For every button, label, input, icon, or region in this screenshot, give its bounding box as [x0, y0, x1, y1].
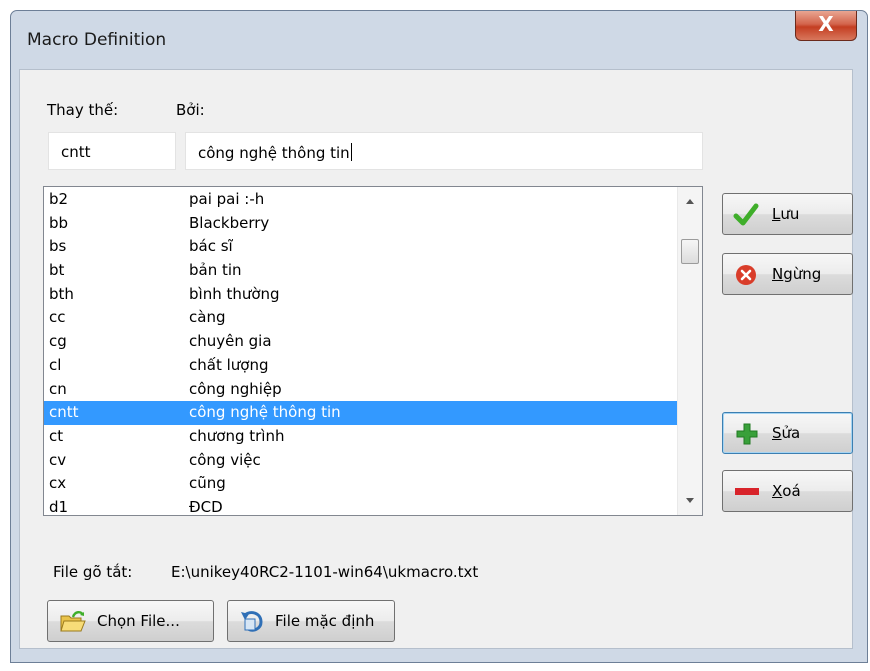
macro-key: bs	[49, 237, 67, 256]
dialog-client-area: Thay thế: Bởi: cntt công nghệ thông tin …	[19, 69, 853, 649]
by-input-value: công nghệ thông tin	[198, 144, 350, 162]
list-item[interactable]: cl chất lượng	[44, 354, 678, 378]
list-item[interactable]: cv công việc	[44, 449, 678, 473]
title-bar[interactable]: Macro Definition X	[11, 11, 867, 69]
delete-button[interactable]: Xoá	[722, 470, 853, 512]
macro-value: công nghiệp	[189, 379, 282, 398]
macro-value: càng	[189, 308, 226, 327]
scroll-up-icon[interactable]	[686, 199, 694, 204]
macro-key: d1	[49, 497, 69, 516]
list-item[interactable]: d1 ĐCD	[44, 496, 678, 516]
list-scrollbar[interactable]	[677, 187, 702, 515]
macro-key: cv	[49, 450, 67, 469]
minus-icon	[735, 488, 759, 495]
macro-value: bình thường	[189, 284, 280, 303]
macro-key: bb	[49, 213, 69, 232]
list-item[interactable]: bs bác sĩ	[44, 235, 678, 259]
text-caret	[350, 143, 352, 161]
default-file-button[interactable]: File mặc định	[227, 600, 395, 642]
save-button-label: Lưu	[772, 205, 800, 223]
macro-value: cũng	[189, 474, 226, 493]
macro-value: công nghệ thông tin	[189, 403, 341, 422]
macro-key: cx	[49, 474, 67, 493]
macro-list-rows: b2 pai pai :-h bb Blackberry bs bác sĩ bt bản t…	[44, 188, 678, 516]
macro-value: chất lượng	[189, 355, 269, 374]
list-item[interactable]: cx cũng	[44, 472, 678, 496]
cancel-button[interactable]: Ngừng	[722, 253, 853, 295]
macro-value: chương trình	[189, 426, 285, 445]
macro-key: bt	[49, 261, 65, 280]
close-icon: X	[818, 12, 834, 36]
list-item[interactable]: b2 pai pai :-h	[44, 188, 678, 212]
open-folder-icon	[60, 611, 86, 632]
macro-key: ct	[49, 426, 64, 445]
macro-file-label: File gõ tắt:	[53, 563, 133, 581]
macro-key: cntt	[49, 403, 79, 422]
macro-definition-window: Macro Definition X Thay thế: Bởi: cntt c…	[10, 10, 868, 663]
macro-value: chuyên gia	[189, 332, 272, 351]
plus-icon	[736, 423, 758, 445]
replace-input[interactable]: cntt	[48, 132, 176, 170]
list-item[interactable]: bt bản tin	[44, 259, 678, 283]
macro-key: bth	[49, 284, 74, 303]
scroll-down-icon[interactable]	[686, 498, 694, 503]
macro-value: Blackberry	[189, 213, 270, 232]
close-button[interactable]: X	[795, 11, 857, 41]
edit-button-label: Sửa	[772, 424, 801, 442]
choose-file-button[interactable]: Chọn File...	[47, 600, 214, 642]
macro-key: cl	[49, 355, 62, 374]
macro-value: bản tin	[189, 261, 242, 280]
macro-key: cc	[49, 308, 66, 327]
default-file-button-label: File mặc định	[275, 612, 375, 630]
replace-input-value: cntt	[61, 143, 91, 161]
macro-key: b2	[49, 190, 69, 208]
macro-value: bác sĩ	[189, 237, 233, 256]
list-item[interactable]: cc càng	[44, 306, 678, 330]
by-label: Bởi:	[176, 101, 205, 119]
macro-value: ĐCD	[189, 497, 223, 516]
edit-button[interactable]: Sửa	[722, 412, 853, 454]
scroll-thumb[interactable]	[681, 239, 699, 264]
list-item[interactable]: cn công nghiệp	[44, 378, 678, 402]
save-button[interactable]: Lưu	[722, 193, 853, 235]
by-input[interactable]: công nghệ thông tin	[185, 132, 703, 170]
choose-file-button-label: Chọn File...	[97, 612, 180, 630]
macro-file-path: E:\unikey40RC2-1101-win64\ukmacro.txt	[171, 563, 479, 581]
macro-list[interactable]: b2 pai pai :-h bb Blackberry bs bác sĩ bt bản t…	[43, 186, 703, 516]
revert-icon	[241, 611, 263, 632]
macro-value: pai pai :-h	[189, 190, 265, 208]
cancel-icon	[736, 265, 756, 285]
list-item[interactable]: bb Blackberry	[44, 212, 678, 236]
list-item[interactable]: bth bình thường	[44, 283, 678, 307]
macro-value: công việc	[189, 450, 261, 469]
list-item[interactable]: cg chuyên gia	[44, 330, 678, 354]
cancel-button-label: Ngừng	[772, 265, 822, 283]
list-item[interactable]: ct chương trình	[44, 425, 678, 449]
replace-label: Thay thế:	[47, 101, 119, 119]
macro-key: cn	[49, 379, 67, 398]
delete-button-label: Xoá	[772, 482, 801, 500]
list-item-selected[interactable]: cntt công nghệ thông tin	[44, 401, 678, 425]
window-title: Macro Definition	[27, 30, 167, 50]
check-icon	[733, 203, 759, 226]
macro-key: cg	[49, 332, 67, 351]
